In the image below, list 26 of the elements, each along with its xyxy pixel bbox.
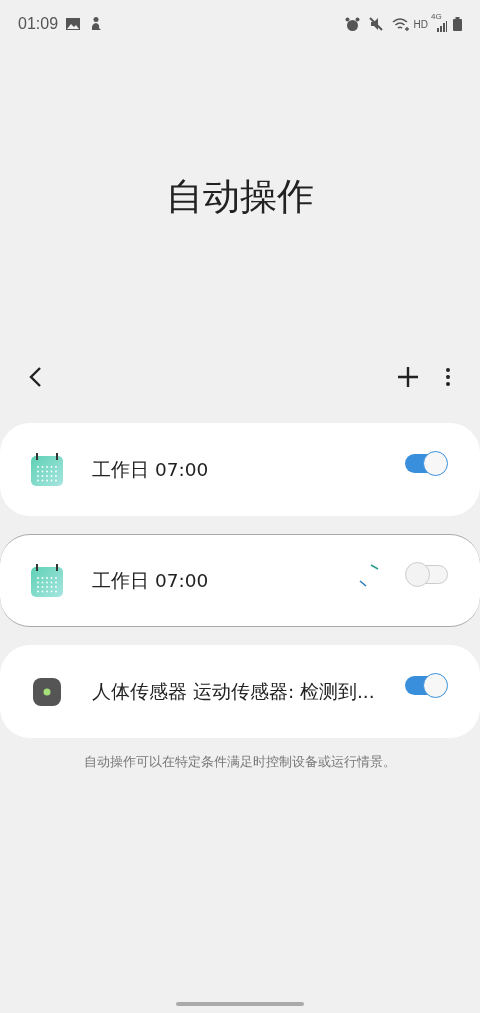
figure-icon [90, 17, 103, 31]
network-label: 4G [431, 13, 442, 21]
automation-label: 工作日 07:00 [92, 457, 209, 482]
signal-icon [437, 21, 447, 32]
toggle-switch[interactable] [405, 561, 448, 586]
more-options-button[interactable] [444, 366, 452, 388]
automation-card[interactable]: 工作日 07:00 [0, 423, 480, 516]
add-button[interactable] [396, 365, 420, 389]
automation-label: 工作日 07:00 [92, 568, 209, 593]
toggle-switch[interactable] [405, 672, 448, 697]
footer-note: 自动操作可以在特定条件满足时控制设备或运行情景。 [83, 753, 397, 771]
alarm-icon [344, 16, 360, 32]
automation-card[interactable]: 工作日 07:00 [0, 534, 480, 627]
image-icon [66, 18, 81, 30]
automation-card[interactable]: 人体传感器 运动传感器: 检测到... [0, 645, 480, 738]
sensor-icon [33, 677, 61, 706]
mute-icon [368, 17, 383, 31]
wifi-icon [391, 17, 410, 31]
calendar-icon [31, 453, 63, 486]
status-time: 01:09 [18, 14, 59, 34]
hd-label: HD [413, 17, 428, 32]
page-title: 自动操作 [166, 174, 314, 221]
calendar-icon [31, 564, 63, 597]
automation-label: 人体传感器 运动传感器: 检测到... [92, 679, 375, 704]
toggle-switch[interactable] [405, 450, 448, 475]
battery-icon [453, 17, 462, 31]
